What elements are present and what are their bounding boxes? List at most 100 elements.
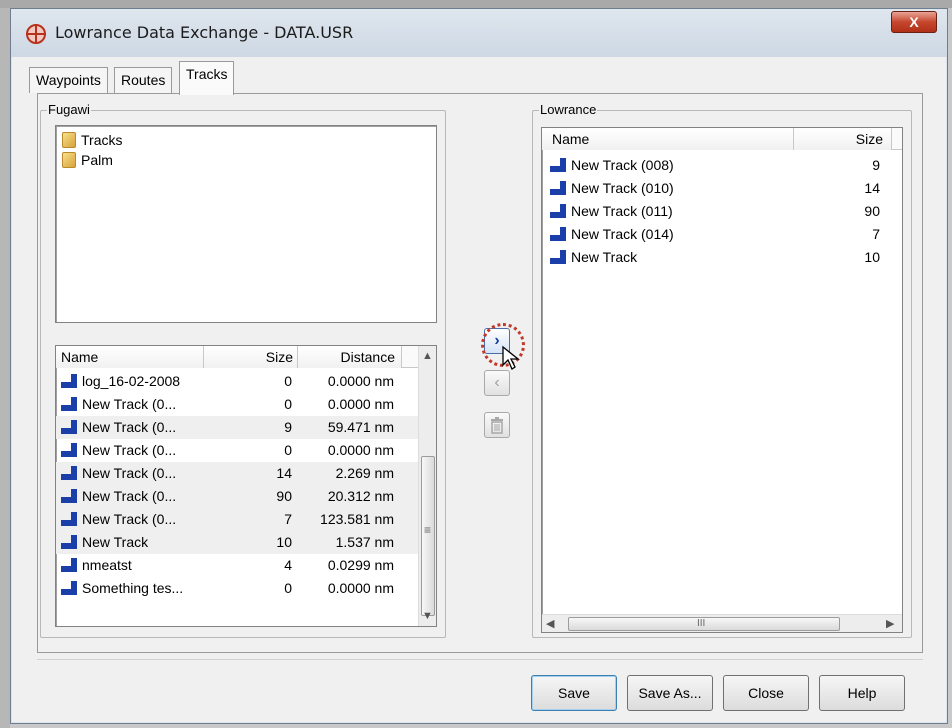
transfer-to-fugawi-button[interactable]: ‹	[484, 370, 510, 396]
tab-panel: Fugawi Tracks Palm Name Size Distance lo…	[37, 93, 923, 653]
lowrance-group-label: Lowrance	[539, 102, 598, 118]
track-icon	[61, 420, 79, 434]
track-name: New Track	[82, 534, 149, 550]
scroll-right-arrow-icon[interactable]: ▶	[886, 617, 894, 630]
track-distance: 59.471 nm	[327, 419, 394, 435]
table-row[interactable]: New Track (008) 9	[542, 154, 902, 177]
track-icon	[61, 512, 79, 526]
fugawi-folder-list[interactable]: Tracks Palm	[55, 125, 437, 323]
table-row[interactable]: nmeatst 4 0.0299 nm	[56, 554, 420, 577]
folder-label: Palm	[81, 152, 113, 168]
table-row[interactable]: New Track (0... 90 20.312 nm	[56, 485, 420, 508]
column-header-name[interactable]: Name	[542, 128, 794, 150]
track-size: 14	[276, 465, 292, 481]
track-icon	[550, 181, 568, 195]
table-row[interactable]: New Track (014) 7	[542, 223, 902, 246]
track-distance: 0.0299 nm	[327, 557, 394, 573]
lowrance-horizontal-scrollbar[interactable]: ◀ III ▶	[542, 614, 902, 632]
scroll-down-arrow-icon[interactable]: ▼	[422, 610, 433, 622]
table-row[interactable]: New Track (0... 14 2.269 nm	[56, 462, 420, 485]
fugawi-track-list[interactable]: Name Size Distance log_16-02-2008 0 0.00…	[55, 345, 437, 627]
track-distance: 0.0000 nm	[327, 580, 394, 596]
lowrance-group: Lowrance Name Size New Track (008) 9 New…	[532, 102, 912, 638]
column-header-size[interactable]: Size	[204, 346, 298, 368]
table-row[interactable]: New Track 10 1.537 nm	[56, 531, 420, 554]
table-row[interactable]: New Track (0... 9 59.471 nm	[56, 416, 420, 439]
track-icon	[61, 374, 79, 388]
help-button[interactable]: Help	[819, 675, 905, 711]
track-distance: 0.0000 nm	[327, 396, 394, 412]
lowrance-list-header: Name Size	[542, 128, 902, 150]
close-button[interactable]: Close	[723, 675, 809, 711]
track-name: New Track (0...	[82, 442, 177, 458]
track-name: New Track (014)	[571, 226, 674, 242]
dialog-window: Lowrance Data Exchange - DATA.USR X Wayp…	[10, 8, 948, 724]
track-size: 0	[284, 442, 292, 458]
scrollbar-thumb[interactable]: ≡	[421, 456, 435, 616]
delete-button[interactable]	[484, 412, 510, 438]
track-size: 10	[276, 534, 292, 550]
track-size: 4	[284, 557, 292, 573]
table-row[interactable]: New Track (0... 0 0.0000 nm	[56, 393, 420, 416]
table-row[interactable]: New Track (010) 14	[542, 177, 902, 200]
save-button[interactable]: Save	[531, 675, 617, 711]
table-row[interactable]: Something tes... 0 0.0000 nm	[56, 577, 420, 600]
close-window-button[interactable]: X	[891, 11, 937, 33]
transfer-to-lowrance-button[interactable]: ›	[484, 328, 510, 354]
folder-item-palm[interactable]: Palm	[62, 150, 113, 170]
scroll-left-arrow-icon[interactable]: ◀	[546, 617, 554, 630]
fugawi-vertical-scrollbar[interactable]: ▲ ≡ ▼	[418, 346, 436, 626]
track-name: New Track (0...	[82, 396, 177, 412]
track-size: 7	[872, 226, 880, 242]
tab-waypoints[interactable]: Waypoints	[29, 67, 108, 93]
table-row[interactable]: log_16-02-2008 0 0.0000 nm	[56, 370, 420, 393]
table-row[interactable]: New Track (0... 7 123.581 nm	[56, 508, 420, 531]
track-name: log_16-02-2008	[82, 373, 181, 389]
fugawi-group-label: Fugawi	[47, 102, 91, 118]
title-bar[interactable]: Lowrance Data Exchange - DATA.USR X	[11, 9, 947, 57]
track-size: 10	[864, 249, 880, 265]
window-title: Lowrance Data Exchange - DATA.USR	[55, 23, 354, 42]
app-crosshair-icon	[26, 24, 46, 44]
track-name: New Track (008)	[571, 157, 674, 173]
fugawi-list-header: Name Size Distance	[56, 346, 420, 368]
track-icon	[550, 204, 568, 218]
track-icon	[550, 158, 568, 172]
track-name: Something tes...	[82, 580, 184, 596]
table-row[interactable]: New Track 10	[542, 246, 902, 269]
track-name: New Track (010)	[571, 180, 674, 196]
folder-label: Tracks	[81, 132, 123, 148]
track-distance: 20.312 nm	[327, 488, 394, 504]
track-size: 90	[276, 488, 292, 504]
lowrance-track-list[interactable]: Name Size New Track (008) 9 New Track (0…	[541, 127, 903, 633]
track-name: nmeatst	[82, 557, 132, 573]
scroll-grip-icon: ≡	[424, 523, 432, 537]
track-size: 14	[864, 180, 880, 196]
column-header-name[interactable]: Name	[56, 346, 204, 368]
column-header-distance[interactable]: Distance	[298, 346, 402, 368]
scroll-up-arrow-icon[interactable]: ▲	[422, 350, 433, 362]
scroll-grip-icon: III	[697, 618, 706, 629]
tab-routes[interactable]: Routes	[114, 67, 173, 93]
save-as-button[interactable]: Save As...	[627, 675, 713, 711]
track-icon	[61, 443, 79, 457]
track-name: New Track (0...	[82, 419, 177, 435]
column-header-size[interactable]: Size	[794, 128, 892, 150]
folder-icon	[62, 132, 76, 148]
tab-tracks[interactable]: Tracks	[179, 61, 235, 95]
track-icon	[61, 581, 79, 595]
trash-icon	[491, 417, 503, 434]
desktop-background-top	[0, 0, 952, 8]
track-icon	[550, 250, 568, 264]
track-distance: 0.0000 nm	[327, 373, 394, 389]
table-row[interactable]: New Track (0... 0 0.0000 nm	[56, 439, 420, 462]
desktop-background	[0, 0, 10, 728]
track-size: 0	[284, 396, 292, 412]
scrollbar-thumb[interactable]: III	[568, 617, 840, 631]
folder-item-tracks[interactable]: Tracks	[62, 130, 122, 150]
track-name: New Track (011)	[571, 203, 673, 219]
track-size: 7	[284, 511, 292, 527]
track-icon	[61, 535, 79, 549]
table-row[interactable]: New Track (011) 90	[542, 200, 902, 223]
track-icon	[61, 558, 79, 572]
